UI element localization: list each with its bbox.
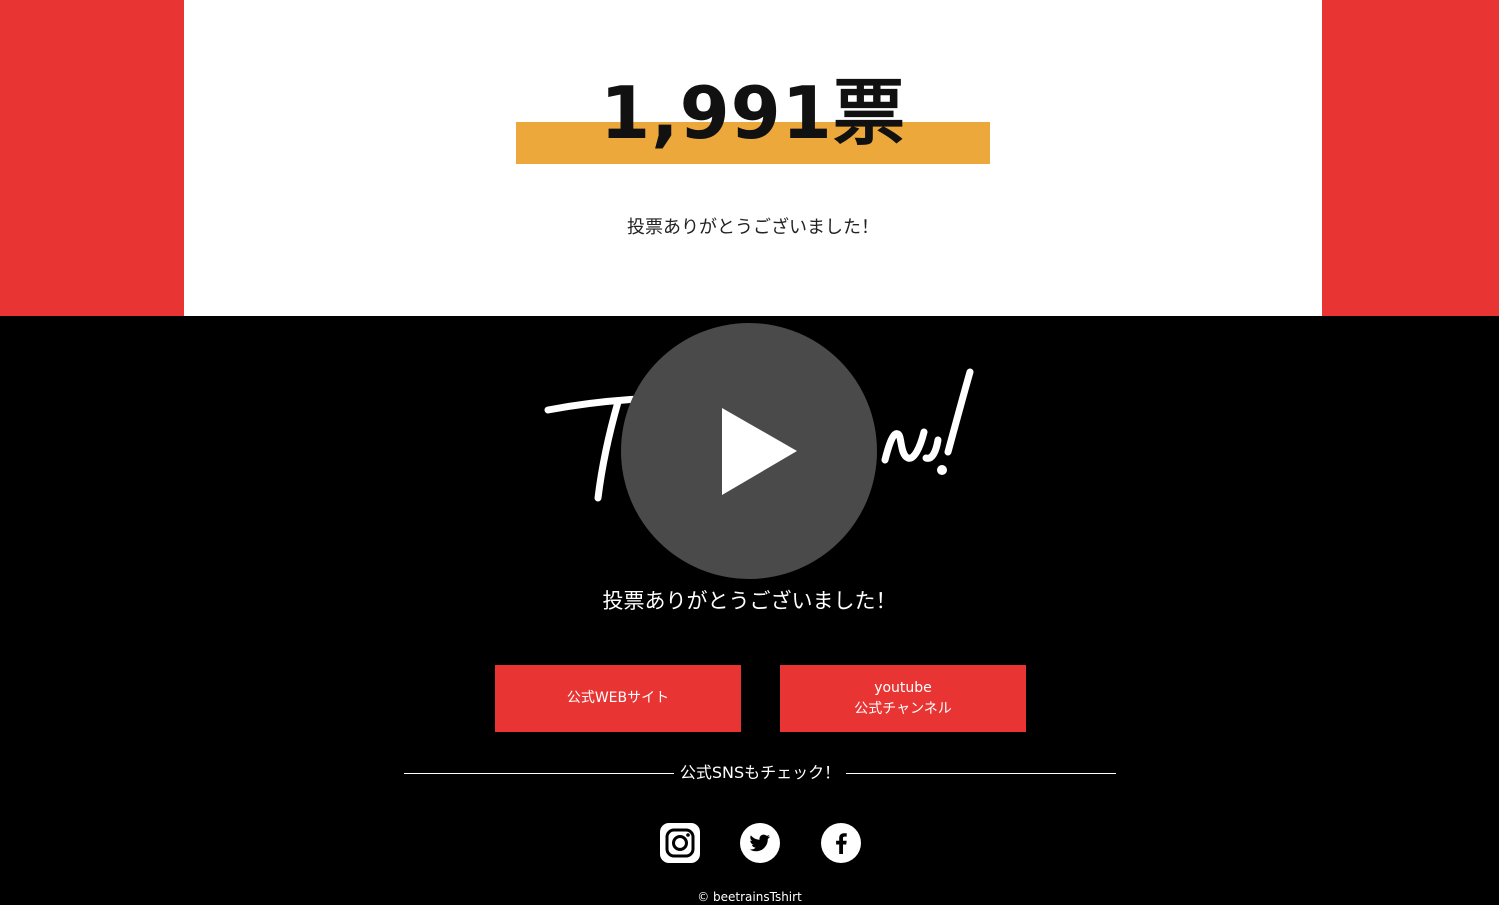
- facebook-icon: [821, 823, 861, 863]
- thanks-message-top: 投票ありがとうございました！: [627, 217, 879, 238]
- twitter-link[interactable]: [740, 823, 780, 863]
- sns-heading: 公式SNSもチェック！: [679, 763, 841, 782]
- sns-heading-row: 公式SNSもチェック！: [404, 762, 1116, 784]
- instagram-icon: [660, 823, 700, 863]
- instagram-link[interactable]: [660, 823, 700, 863]
- youtube-label-line2: 公式チャンネル: [854, 700, 952, 717]
- vote-count: 1,991票: [600, 71, 906, 155]
- official-web-button[interactable]: 公式WEBサイト: [495, 665, 741, 732]
- facebook-link[interactable]: [821, 823, 861, 863]
- youtube-channel-button[interactable]: youtube 公式チャンネル: [780, 665, 1026, 732]
- youtube-label-line1: youtube: [874, 679, 932, 696]
- play-button[interactable]: [621, 323, 877, 579]
- official-web-label: 公式WEBサイト: [566, 690, 670, 706]
- thanks-message-bottom: 投票ありがとうございました！: [602, 589, 897, 613]
- vote-count-block: 1,991票: [516, 70, 990, 164]
- copyright: © beetrainsTshirt: [697, 890, 802, 904]
- twitter-icon: [740, 823, 780, 863]
- play-icon: [722, 408, 797, 495]
